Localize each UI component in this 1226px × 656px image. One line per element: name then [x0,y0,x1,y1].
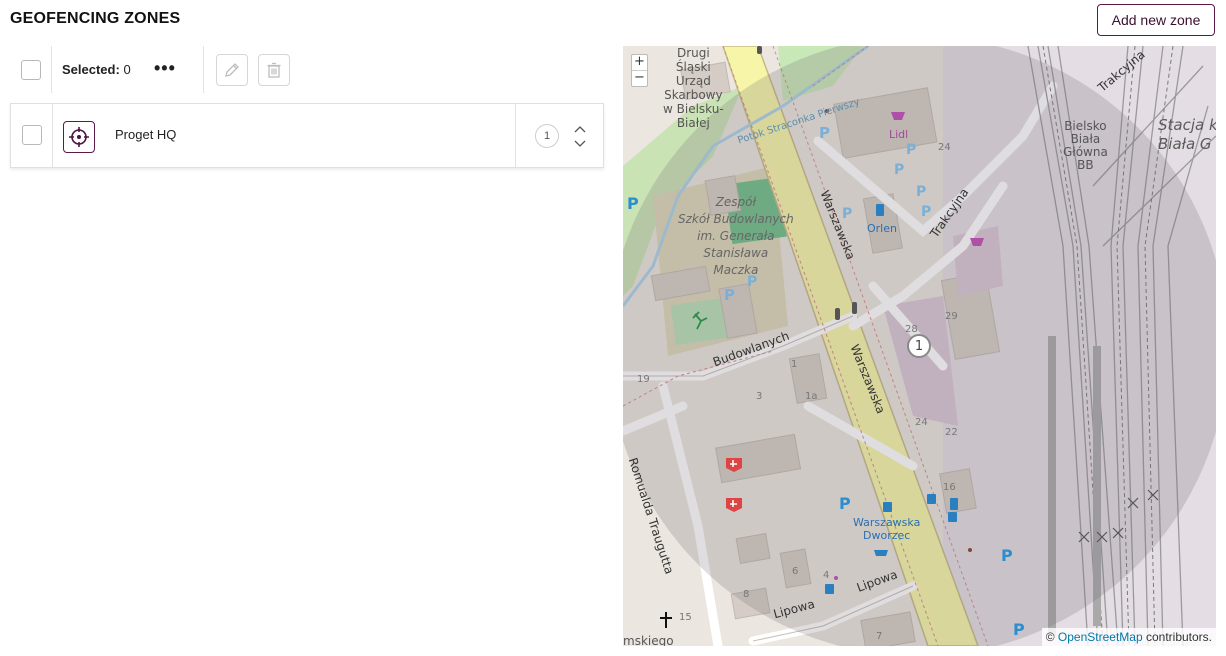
zoom-control: + − [631,54,648,87]
house-number: 16 [943,482,956,493]
divider [51,46,52,93]
map-attribution: © OpenStreetMap contributors. [1041,628,1216,646]
poi-label-dworzec: Warszawska Dworzec [853,516,921,542]
selected-label: Selected: [62,62,120,77]
house-number: 4 [823,570,830,581]
move-down-button[interactable] [571,137,589,151]
poi-label-orlen: Orlen [867,222,897,235]
page-title: GEOFENCING ZONES [10,10,181,27]
list-item[interactable]: Proget HQ 1 [10,103,604,168]
edit-button[interactable] [216,54,248,86]
street-label-partial: mskiego [623,634,674,646]
poi-label-urzad: Drugi Śląski Urząd Skarbowy w Bielsku- Białej [663,46,724,130]
parking-icon: P [1001,546,1013,565]
parking-icon: P [894,162,905,178]
osm-link[interactable]: OpenStreetMap [1058,630,1143,644]
parking-icon: P [1013,620,1025,639]
station-label-stacja: Stacja k Biała G [1158,116,1216,153]
crosshair-icon [63,121,95,153]
house-number: 1 [791,359,798,370]
chevron-up-icon [574,126,586,133]
house-number: 15 [679,612,692,623]
house-number: 1a [805,391,818,402]
house-number: 19 [637,374,650,385]
zone-name[interactable]: Proget HQ [115,127,176,142]
house-number: 24 [938,142,951,153]
select-all-checkbox[interactable] [21,60,41,80]
poi-label-school: Zespół Szkół Budowlanych im. Generała Stani… [678,195,794,277]
divider [515,104,516,167]
add-new-zone-button[interactable]: Add new zone [1097,4,1215,36]
zone-order-badge: 1 [535,124,559,148]
parking-icon: P [724,286,735,304]
parking-icon: P [906,142,917,158]
parking-icon: P [916,184,927,200]
delete-button[interactable] [258,54,290,86]
house-number: 7 [876,631,883,642]
parking-icon: P [842,206,853,222]
house-number: 3 [756,391,763,402]
station-label-bb: Bielsko Biała Główna BB [1063,119,1108,172]
zoom-in-button[interactable]: + [632,55,647,70]
parking-icon: P [627,194,639,213]
trash-icon [267,62,281,78]
selected-count-value: 0 [123,62,131,77]
house-number: 24 [915,417,928,428]
map-view[interactable]: + − Drugi Śląski Urząd Skarbowy w Bielsku- Bi… [623,46,1216,646]
house-number: 6 [792,566,799,577]
house-number: 8 [743,589,750,600]
selected-count: Selected: 0 [62,62,131,77]
divider [203,46,204,93]
more-actions-button[interactable]: ••• [154,58,176,79]
house-number: 29 [945,311,958,322]
zones-toolbar: Selected: 0 ••• [10,46,610,94]
divider [52,104,53,167]
zone-checkbox[interactable] [22,125,42,145]
parking-icon: P [819,124,830,142]
move-up-button[interactable] [571,122,589,136]
zoom-out-button[interactable]: − [632,70,647,85]
zone-marker[interactable]: 1 [907,334,931,358]
chevron-down-icon [574,140,586,147]
poi-label-lidl: Lidl [889,128,909,141]
pencil-icon [225,63,239,77]
parking-icon: P [839,494,851,513]
house-number: 22 [945,427,958,438]
parking-icon: P [921,204,932,220]
parking-icon: P [747,274,758,290]
